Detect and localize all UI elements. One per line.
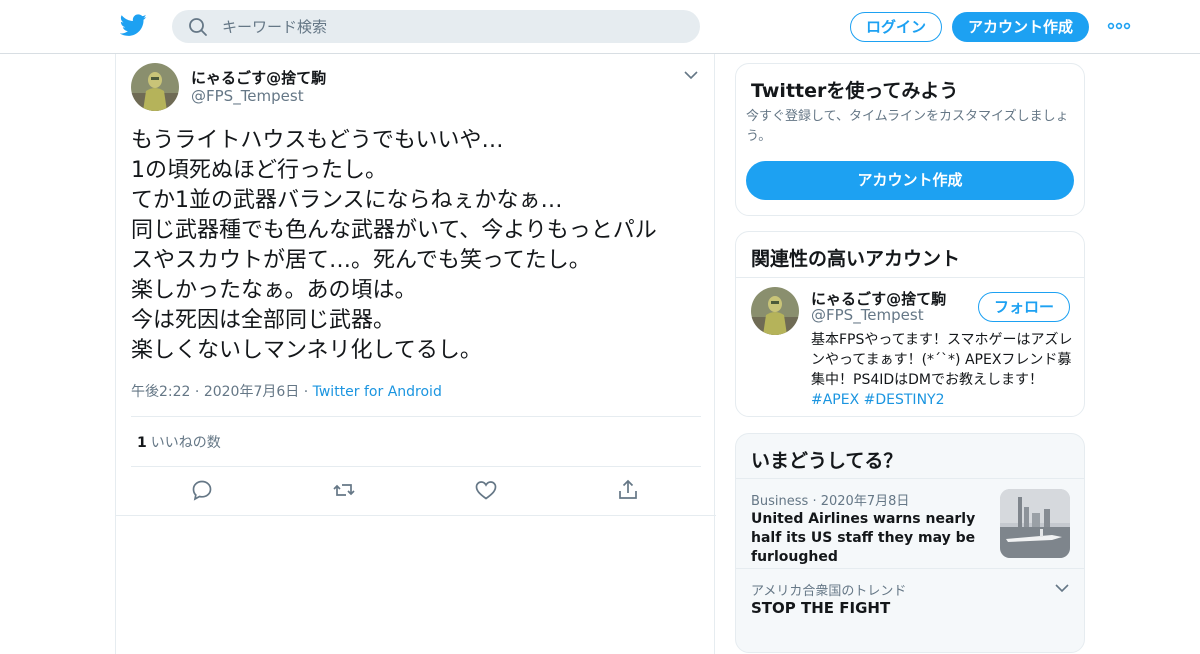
- more-options-icon[interactable]: [1107, 18, 1131, 34]
- like-stats[interactable]: 1 いいねの数: [137, 432, 221, 452]
- tweet-line: 楽しかったなぁ。あの頃は。: [131, 278, 417, 303]
- tweet-text: もうライトハウスもどうでもいいや… 1の頃死ぬほど行ったし。 てか1並の武器バラ…: [131, 126, 711, 366]
- tweet-line: スやスカウトが居て…。死んでも笑ってたし。: [131, 248, 591, 273]
- like-heart-icon[interactable]: [474, 478, 498, 502]
- reply-icon[interactable]: [190, 478, 214, 502]
- chevron-down-icon[interactable]: [684, 70, 698, 80]
- author-avatar[interactable]: [131, 63, 179, 111]
- tweet-source-link[interactable]: Twitter for Android: [313, 384, 442, 400]
- account-handle[interactable]: @FPS_Tempest: [811, 306, 924, 324]
- tweet-line: もうライトハウスもどうでもいいや…: [131, 128, 504, 153]
- news-category-label: Business: [751, 494, 809, 509]
- divider: [736, 478, 1084, 479]
- follow-button[interactable]: フォロー: [978, 292, 1070, 322]
- tweet-date[interactable]: 2020年7月6日: [204, 384, 299, 400]
- trend-name[interactable]: STOP THE FIGHT: [751, 599, 890, 617]
- trend-category: アメリカ合衆国のトレンド: [751, 584, 907, 599]
- like-count-label: いいねの数: [150, 435, 221, 451]
- search-box[interactable]: [172, 10, 700, 43]
- share-icon[interactable]: [616, 478, 640, 502]
- related-accounts-card: 関連性の高いアカウント にゃるごす@捨て駒 @FPS_Tempest フォロー …: [735, 231, 1085, 417]
- tweet-line: 今は死因は全部同じ武器。: [131, 308, 396, 333]
- tweet-metadata: 午後2:22 · 2020年7月6日 · Twitter for Android: [131, 384, 442, 400]
- trends-card-title: いまどうしてる？: [751, 450, 903, 472]
- account-bio: 基本FPSやってます！スマホゲーはアズレンやってまぁす！(*´𝅳`*) APEX…: [811, 330, 1073, 410]
- divider: [131, 416, 701, 417]
- author-handle[interactable]: @FPS_Tempest: [191, 87, 304, 105]
- trends-card: いまどうしてる？ Business · 2020年7月8日 United Air…: [735, 433, 1085, 653]
- retweet-icon[interactable]: [332, 478, 356, 502]
- news-date: 2020年7月8日: [820, 494, 910, 509]
- signup-promo-card: Twitterを使ってみよう 今すぐ登録して、タイムラインをカスタマイズしましょ…: [735, 63, 1085, 216]
- related-card-title: 関連性の高いアカウント: [751, 248, 961, 270]
- top-navigation-bar: ログイン アカウント作成: [0, 0, 1200, 54]
- search-input[interactable]: [222, 10, 682, 43]
- tweet-line: 同じ武器種でも色んな武器がいて、今よりもっとパル: [131, 218, 657, 243]
- login-button[interactable]: ログイン: [850, 12, 942, 42]
- tweet-line: 1の頃死ぬほど行ったし。: [131, 158, 387, 183]
- news-category: Business · 2020年7月8日: [751, 494, 910, 509]
- author-name[interactable]: にゃるごす@捨て駒: [191, 67, 326, 88]
- signup-button[interactable]: アカウント作成: [952, 12, 1089, 42]
- divider: [736, 568, 1084, 569]
- divider: [131, 466, 701, 467]
- divider: [116, 515, 716, 516]
- chevron-down-icon[interactable]: [1055, 583, 1069, 593]
- create-account-button[interactable]: アカウント作成: [746, 161, 1074, 200]
- tweet-line: てか1並の武器バランスにならねぇかなぁ…: [131, 188, 563, 213]
- news-thumbnail[interactable]: [1000, 489, 1070, 558]
- hashtag-link[interactable]: #APEX: [811, 392, 859, 408]
- search-icon: [189, 18, 207, 36]
- signup-card-title: Twitterを使ってみよう: [751, 80, 959, 102]
- like-count: 1: [137, 435, 147, 451]
- twitter-bird-icon[interactable]: [120, 13, 147, 38]
- tweet-detail: にゃるごす@捨て駒 @FPS_Tempest もうライトハウスもどうでもいいや……: [115, 54, 716, 654]
- hashtag-link[interactable]: #DESTINY2: [864, 392, 945, 408]
- signup-card-description: 今すぐ登録して、タイムラインをカスタマイズしましょう。: [746, 109, 1069, 144]
- tweet-line: 楽しくないしマンネリ化してるし。: [131, 338, 482, 363]
- news-headline[interactable]: United Airlines warns nearly half its US…: [751, 510, 991, 567]
- account-avatar[interactable]: [751, 287, 799, 335]
- tweet-time[interactable]: 午後2:22: [131, 384, 190, 400]
- account-bio-text: 基本FPSやってます！スマホゲーはアズレンやってまぁす！(*´𝅳`*) APEX…: [811, 332, 1073, 388]
- divider: [736, 277, 1084, 278]
